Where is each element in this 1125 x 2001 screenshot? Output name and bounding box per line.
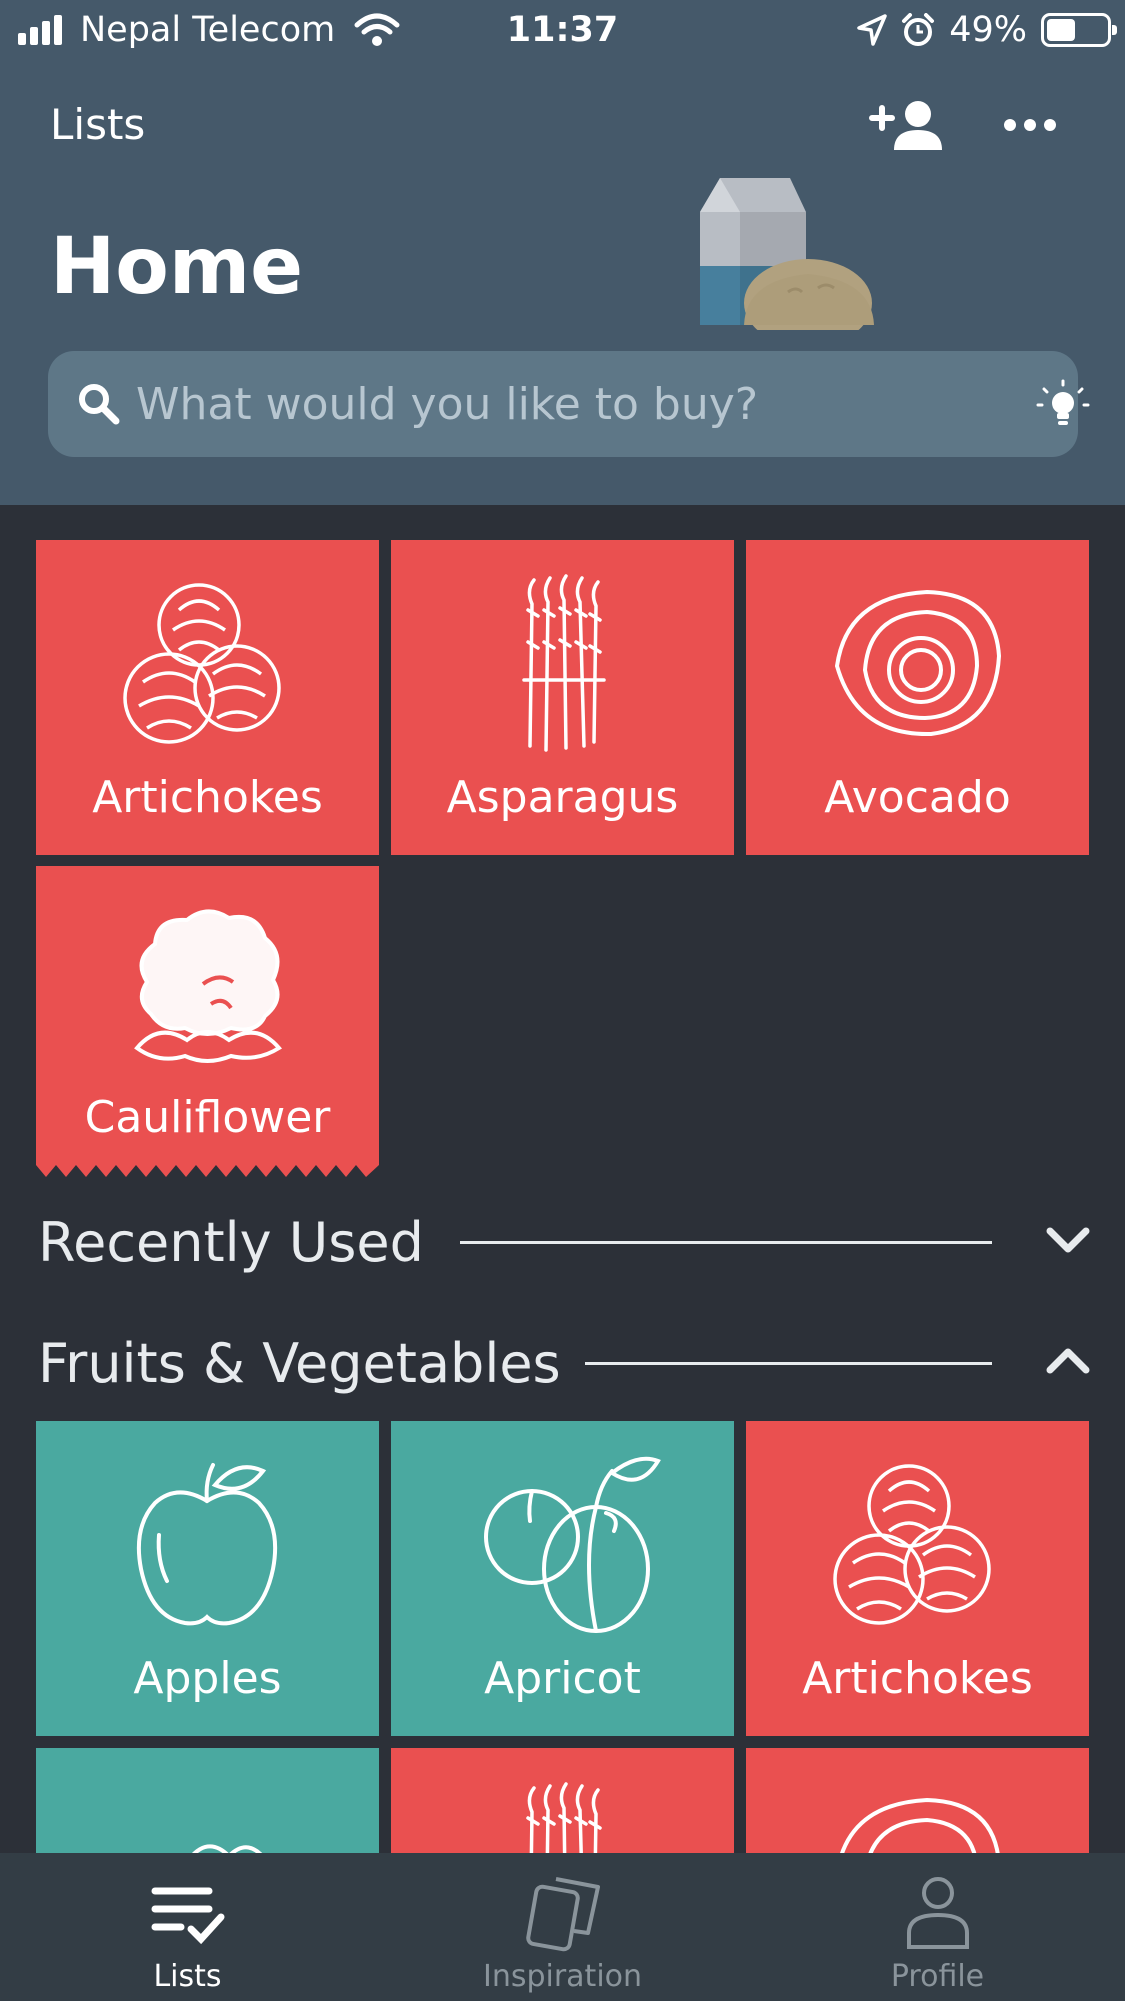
item-tile-artichokes[interactable]: Artichokes [36, 540, 379, 855]
item-label: Artichokes [802, 1653, 1033, 1704]
avocado-icon [834, 589, 1002, 737]
status-right: 49% [843, 10, 1117, 50]
nav-title: Lists [50, 100, 146, 149]
status-bar: Nepal Telecom 11:37 49% [0, 0, 1125, 62]
item-tile-artichokes[interactable]: Artichokes [746, 1421, 1089, 1736]
chevron-down-icon[interactable] [1044, 1219, 1092, 1259]
app-header: Nepal Telecom 11:37 49% Lists Home What … [0, 0, 1125, 505]
artichoke-icon [833, 1464, 991, 1625]
cauliflower-icon [134, 909, 283, 1063]
tab-profile[interactable]: Profile [750, 1853, 1125, 2001]
artichoke-icon [123, 583, 281, 744]
person-icon [907, 1877, 969, 1949]
alarm-icon [902, 13, 935, 46]
section-title: Fruits & Vegetables [38, 1332, 561, 1395]
cards-icon [526, 1877, 600, 1952]
tab-lists[interactable]: Lists [0, 1853, 375, 2001]
list-check-icon [151, 1887, 225, 1945]
more-options-icon[interactable] [1000, 105, 1060, 145]
page-title: Home [50, 222, 304, 312]
item-tile-asparagus[interactable]: Asparagus [391, 540, 734, 855]
section-recently-used[interactable]: Recently Used [38, 1201, 1090, 1281]
search-input[interactable] [136, 369, 996, 439]
item-tile-cauliflower[interactable]: Cauliflower [36, 866, 379, 1181]
item-label: Apricot [484, 1653, 641, 1704]
item-tile-apples[interactable]: Apples [36, 1421, 379, 1736]
tab-label: Inspiration [482, 1959, 643, 1994]
item-label: Cauliflower [84, 1092, 331, 1143]
add-person-icon[interactable] [868, 98, 948, 158]
battery-icon [1041, 13, 1117, 47]
selected-ticket-edge [36, 1165, 379, 1181]
tab-bar: Lists Inspiration Profile [0, 1853, 1125, 2001]
search-icon [79, 384, 120, 425]
asparagus-icon [522, 574, 606, 752]
item-label: Artichokes [92, 772, 323, 823]
apricot-icon [484, 1456, 661, 1633]
item-tile-avocado[interactable]: Avocado [746, 540, 1089, 855]
item-label: Apples [133, 1653, 282, 1704]
tab-inspiration[interactable]: Inspiration [375, 1853, 750, 2001]
section-title: Recently Used [38, 1211, 424, 1274]
battery-percent: 49% [949, 10, 1027, 50]
apple-icon [136, 1463, 278, 1626]
lightbulb-icon[interactable] [1034, 377, 1092, 435]
item-label: Asparagus [446, 772, 679, 823]
chevron-up-icon[interactable] [1044, 1340, 1092, 1380]
location-arrow-icon [857, 14, 887, 46]
section-fruits-vegetables[interactable]: Fruits & Vegetables [38, 1322, 1090, 1402]
item-label: Avocado [824, 772, 1011, 823]
tab-label: Lists [153, 1959, 222, 1994]
item-tile-apricot[interactable]: Apricot [391, 1421, 734, 1736]
section-divider [460, 1241, 992, 1244]
milk-bread-illustration [700, 178, 874, 330]
tab-label: Profile [890, 1959, 985, 1994]
search-bar[interactable] [48, 351, 1090, 457]
section-divider [585, 1362, 992, 1365]
